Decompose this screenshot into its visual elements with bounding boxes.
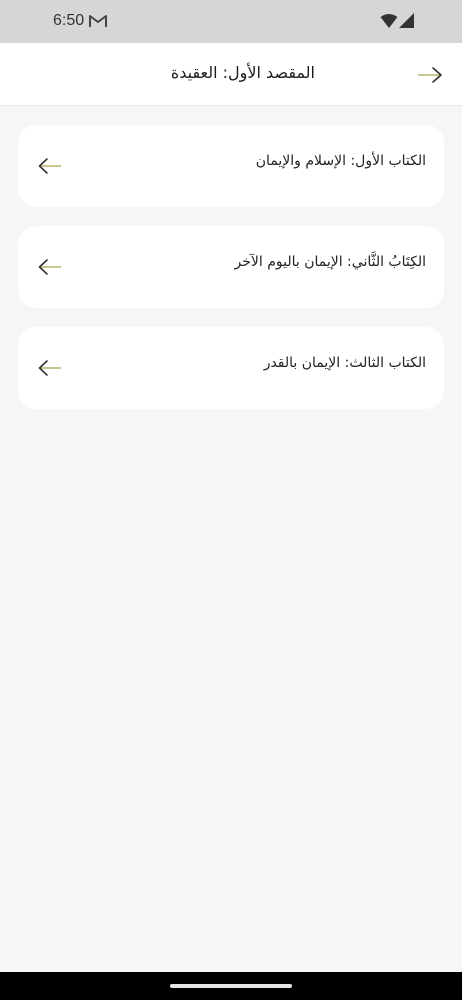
home-handle[interactable] [170, 984, 292, 988]
gmail-icon [89, 15, 107, 27]
status-time: 6:50 [53, 12, 85, 29]
book-title: الكتاب الأول: الإسلام والإيمان [255, 153, 426, 169]
page-title: المقصد الأول: العقيدة [170, 63, 315, 82]
book-card[interactable]: الكتاب الثالث: الإيمان بالقدر [18, 327, 444, 409]
back-button[interactable] [414, 63, 446, 87]
system-nav-bar [0, 972, 462, 1000]
book-list: الكتاب الأول: الإسلام والإيمان الكِتَابُ… [18, 125, 444, 428]
arrow-right-icon [418, 67, 442, 83]
arrow-left-icon [38, 259, 61, 275]
status-bar: 6:50 [0, 0, 462, 43]
book-card[interactable]: الكِتَابُ الثَّاني: الإيمان باليوم الآخر [18, 226, 444, 308]
wifi-icon [380, 14, 398, 28]
arrow-left-icon [38, 158, 61, 174]
book-title: الكِتَابُ الثَّاني: الإيمان باليوم الآخر [234, 254, 426, 270]
app-header: المقصد الأول: العقيدة [0, 43, 462, 106]
book-card[interactable]: الكتاب الأول: الإسلام والإيمان [18, 125, 444, 207]
signal-icon [399, 13, 414, 28]
book-title: الكتاب الثالث: الإيمان بالقدر [263, 355, 426, 371]
arrow-left-icon [38, 360, 61, 376]
